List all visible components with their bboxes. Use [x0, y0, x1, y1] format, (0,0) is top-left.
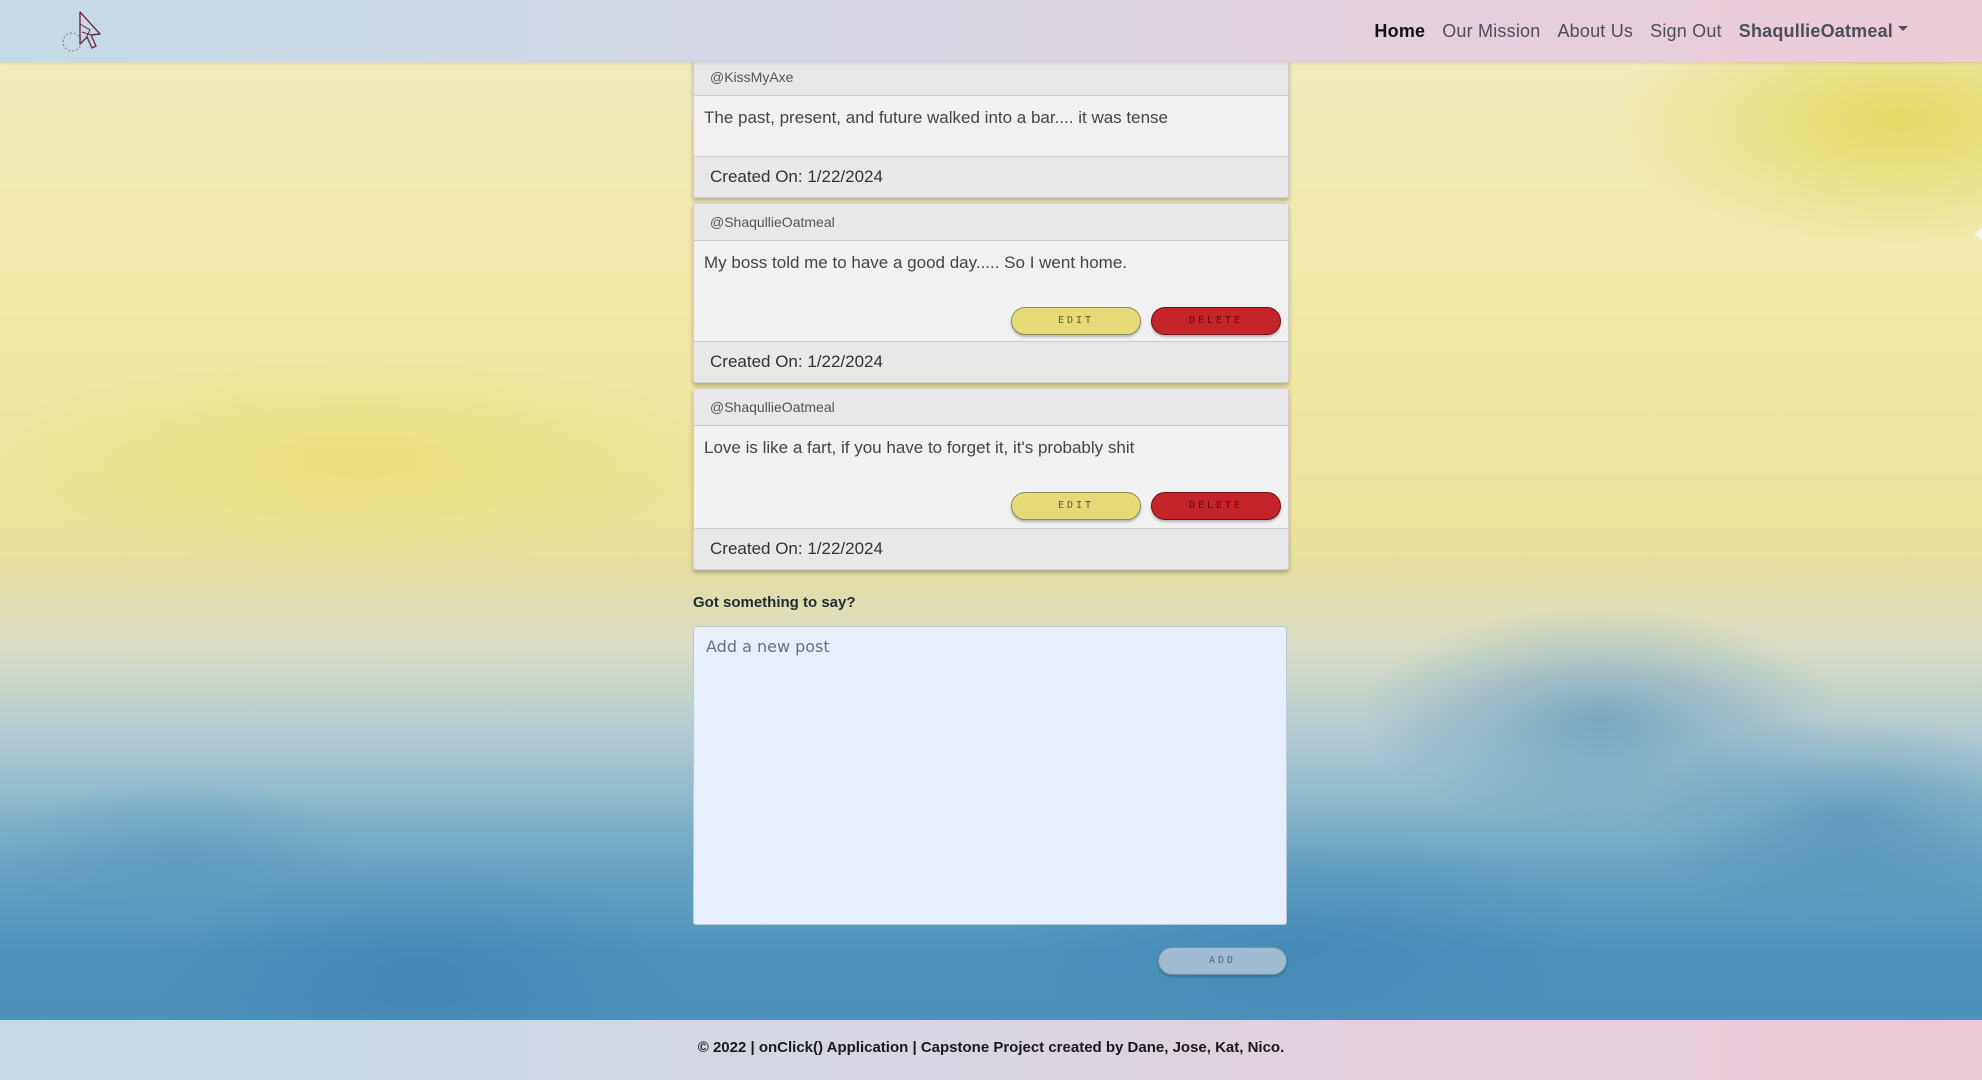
post-body: Love is like a fart, if you have to forg… — [704, 438, 1135, 457]
post-author: @ShaqullieOatmeal — [694, 204, 1288, 241]
post-author: @KissMyAxe — [694, 59, 1288, 96]
edit-button[interactable]: EDIT — [1011, 492, 1141, 520]
post-card: @ShaqullieOatmeal Love is like a fart, i… — [693, 388, 1289, 570]
post-created-date: Created On: 1/22/2024 — [694, 156, 1288, 197]
post-created-date: Created On: 1/22/2024 — [694, 528, 1288, 569]
caret-down-icon — [1898, 25, 1908, 31]
nav-link-sign-out[interactable]: Sign Out — [1650, 21, 1722, 42]
user-dropdown[interactable]: ShaqullieOatmeal — [1739, 21, 1908, 42]
post-author: @ShaqullieOatmeal — [694, 389, 1288, 426]
add-post-button[interactable]: ADD — [1158, 947, 1287, 975]
logo-icon[interactable] — [60, 10, 108, 54]
edit-button[interactable]: EDIT — [1011, 307, 1141, 335]
nav-links: Home Our Mission About Us Sign Out Shaqu… — [1374, 0, 1908, 62]
nav-link-about-us[interactable]: About Us — [1557, 21, 1633, 42]
post-card: @ShaqullieOatmeal My boss told me to hav… — [693, 203, 1289, 383]
new-post-textarea[interactable] — [693, 626, 1287, 925]
post-card: @KissMyAxe The past, present, and future… — [693, 58, 1289, 198]
page-footer: © 2022 | onClick() Application | Capston… — [0, 1020, 1982, 1080]
compose-label: Got something to say? — [693, 594, 856, 611]
delete-button[interactable]: DELETE — [1151, 307, 1281, 335]
post-created-date: Created On: 1/22/2024 — [694, 341, 1288, 382]
top-navbar: Home Our Mission About Us Sign Out Shaqu… — [0, 0, 1982, 62]
side-collapse-arrow-icon[interactable] — [1974, 228, 1982, 240]
nav-link-our-mission[interactable]: Our Mission — [1442, 21, 1540, 42]
post-body: My boss told me to have a good day..... … — [704, 253, 1128, 272]
user-dropdown-label: ShaqullieOatmeal — [1738, 20, 1893, 41]
delete-button[interactable]: DELETE — [1151, 492, 1281, 520]
post-body: The past, present, and future walked int… — [704, 108, 1168, 127]
nav-link-home[interactable]: Home — [1374, 21, 1425, 42]
